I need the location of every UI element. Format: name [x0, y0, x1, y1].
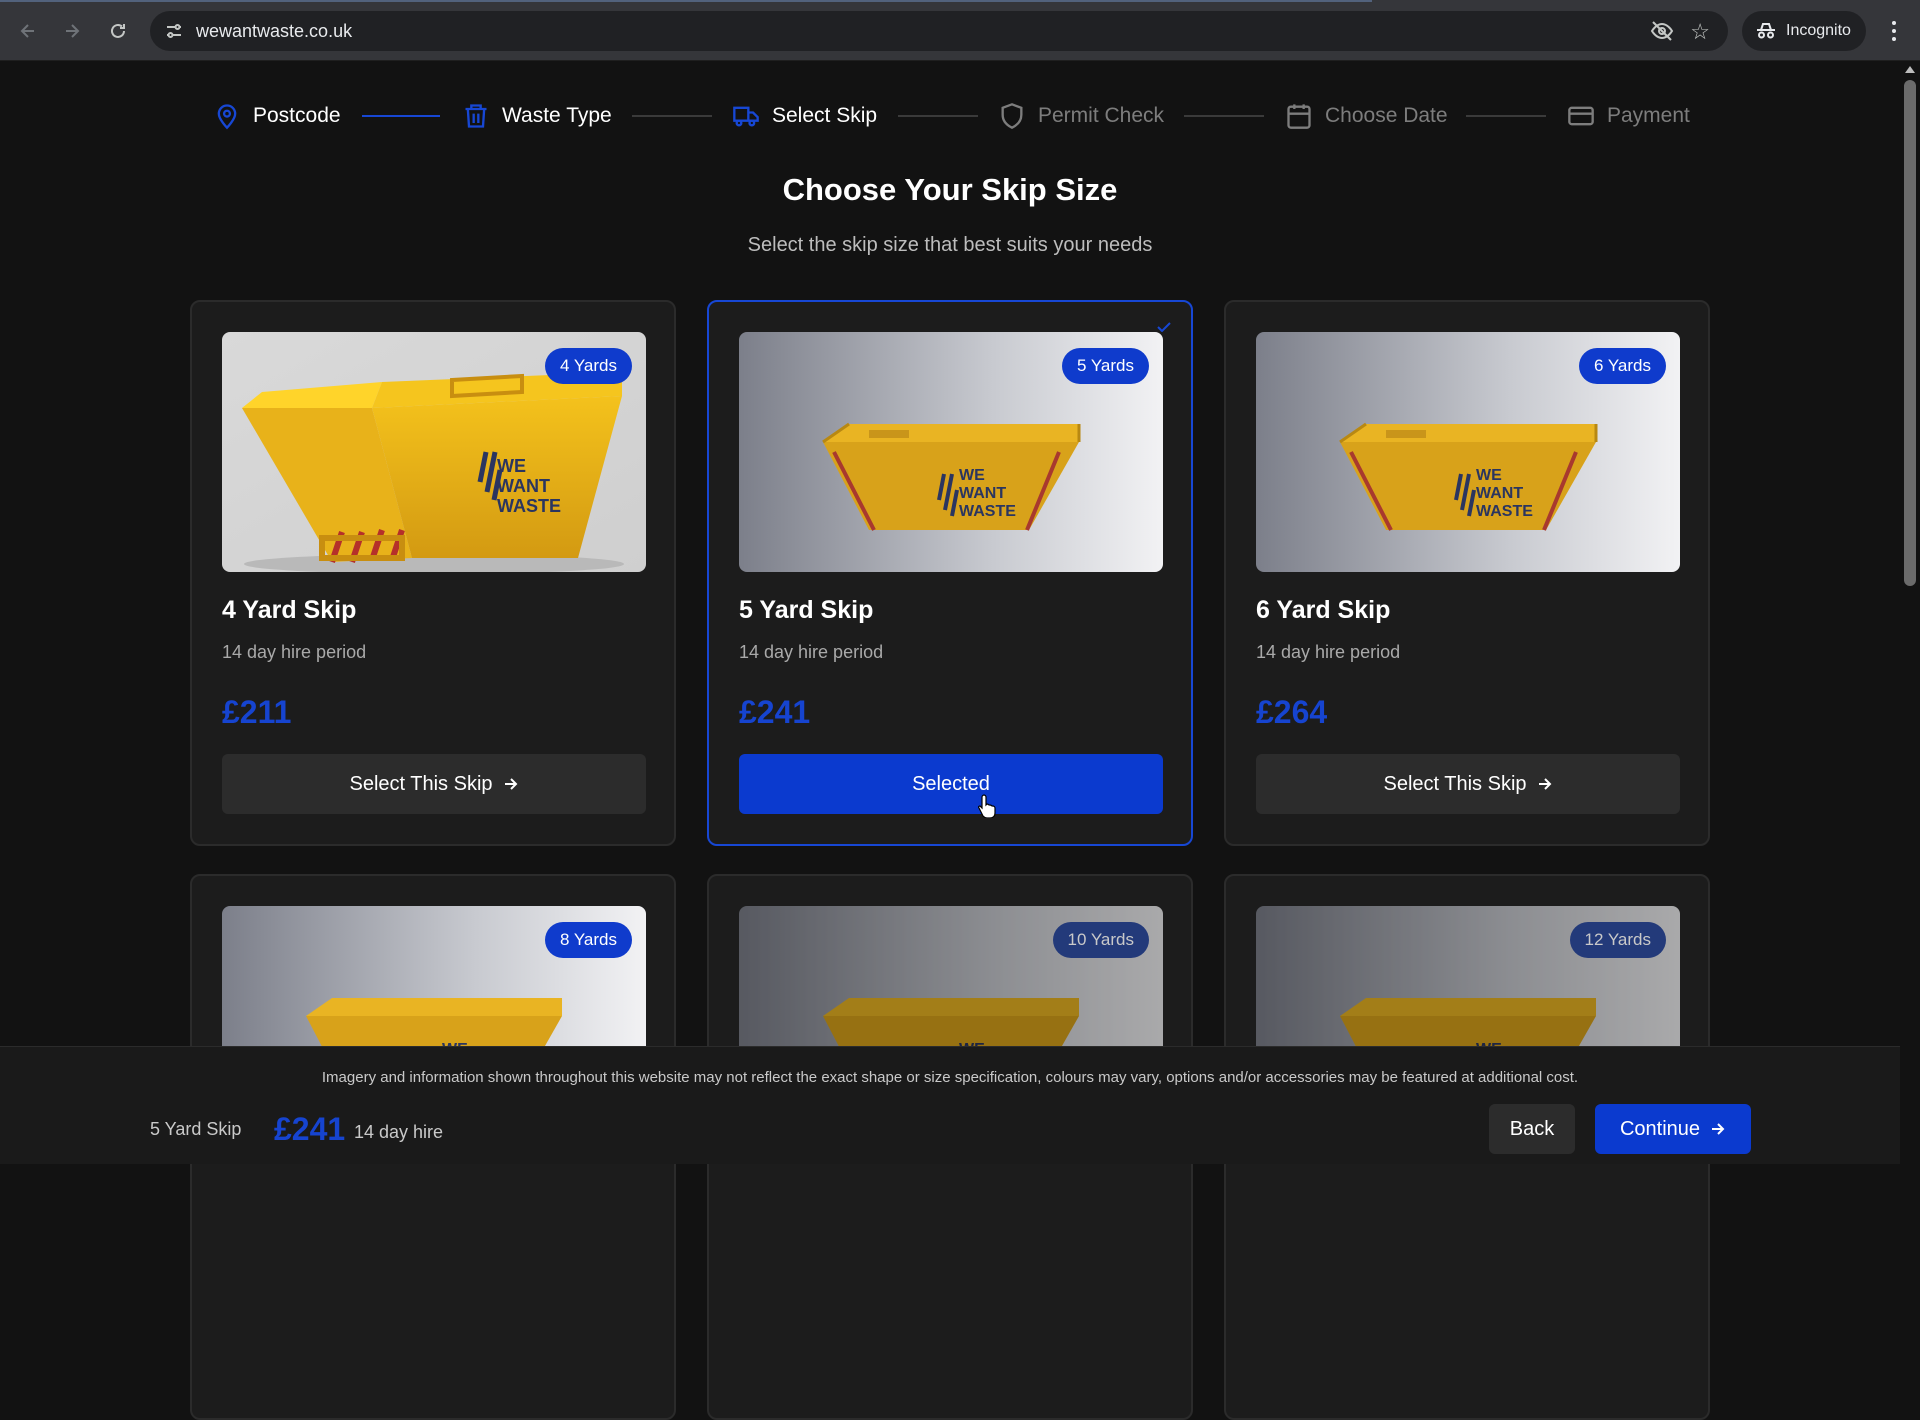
step-label: Choose Date — [1325, 104, 1448, 127]
skip-name: 5 Yard Skip — [739, 596, 874, 624]
step-waste-type[interactable]: Waste Type — [462, 98, 612, 134]
truck-icon — [733, 106, 759, 127]
url-text[interactable]: wewantwaste.co.uk — [196, 21, 352, 42]
back-icon[interactable] — [12, 15, 44, 47]
site-settings-icon[interactable] — [164, 21, 184, 41]
more-menu-icon[interactable] — [1880, 14, 1908, 48]
size-badge: 5 Yards — [1061, 348, 1149, 384]
page-subtitle: Select the skip size that best suits you… — [747, 234, 1153, 256]
step-choose-date[interactable]: Choose Date — [1285, 98, 1448, 134]
step-connector — [898, 115, 978, 117]
svg-text:WASTE: WASTE — [497, 496, 561, 516]
hire-period: 14 day hire period — [1256, 642, 1401, 662]
step-postcode[interactable]: Postcode — [213, 98, 341, 134]
svg-text:WASTE: WASTE — [1476, 503, 1533, 520]
continue-button[interactable]: Continue — [1595, 1104, 1751, 1154]
step-label: Postcode — [253, 104, 341, 127]
svg-text:WANT: WANT — [959, 485, 1006, 502]
progress-steps: Postcode Waste Type Select Skip Permit C… — [0, 98, 1900, 134]
select-skip-button[interactable]: Select This Skip — [222, 754, 646, 814]
button-label: Selected — [912, 772, 990, 795]
button-label: Select This Skip — [1383, 772, 1527, 795]
map-pin-icon — [217, 104, 237, 130]
svg-text:WANT: WANT — [497, 476, 550, 496]
address-bar[interactable]: wewantwaste.co.uk ☆ — [150, 11, 1728, 51]
arrow-right-icon — [504, 778, 517, 790]
skip-name: 6 Yard Skip — [1256, 596, 1391, 624]
scroll-up-icon[interactable] — [1905, 66, 1915, 73]
size-badge: 12 Yards — [1569, 922, 1666, 958]
loading-indicator — [0, 0, 1372, 2]
step-label: Select Skip — [772, 104, 878, 127]
page-title: Choose Your Skip Size — [782, 172, 1118, 207]
step-payment[interactable]: Payment — [1567, 98, 1690, 134]
skip-name: 4 Yard Skip — [222, 596, 357, 624]
size-badge: 4 Yards — [544, 348, 632, 384]
step-connector — [362, 115, 440, 117]
back-button[interactable]: Back — [1489, 1104, 1575, 1154]
step-label: Waste Type — [502, 104, 612, 127]
shield-icon — [1001, 103, 1023, 129]
step-connector — [1466, 115, 1546, 117]
skip-price: £241 — [739, 694, 811, 730]
forward-icon[interactable] — [56, 15, 88, 47]
size-badge: 10 Yards — [1052, 922, 1149, 958]
reload-icon[interactable] — [102, 15, 134, 47]
arrow-right-icon — [1712, 1123, 1725, 1135]
button-label: Continue — [1619, 1117, 1701, 1140]
selection-footer: Imagery and information shown throughout… — [0, 1046, 1900, 1164]
arrow-right-icon — [1538, 778, 1551, 790]
selected-skip-hire: 14 day hire — [354, 1122, 444, 1142]
skip-price: £264 — [1256, 694, 1328, 730]
step-connector — [1184, 115, 1264, 117]
svg-text:WASTE: WASTE — [959, 503, 1016, 520]
selected-button[interactable]: Selected — [739, 754, 1163, 814]
star-icon[interactable]: ☆ — [1690, 19, 1710, 45]
button-label: Select This Skip — [349, 772, 493, 795]
skip-card-5-yard[interactable]: WE WANT WASTE 5 Yards 5 Yard Skip 14 day… — [707, 300, 1193, 846]
hire-period: 14 day hire period — [739, 642, 884, 662]
incognito-label: Incognito — [1786, 22, 1851, 39]
incognito-indicator[interactable]: Incognito — [1742, 11, 1866, 51]
calendar-icon — [1287, 104, 1311, 129]
hire-period: 14 day hire period — [222, 642, 367, 662]
hand-cursor-icon — [978, 794, 996, 818]
check-icon — [1157, 322, 1171, 332]
selected-skip-price: £241 — [274, 1111, 346, 1147]
skip-card-4-yard[interactable]: WE WANT WASTE 4 Yards 4 Yard Skip 14 day… — [190, 300, 676, 846]
size-badge: 8 Yards — [544, 922, 632, 958]
svg-text:WE: WE — [959, 467, 985, 484]
step-label: Payment — [1607, 104, 1690, 127]
svg-text:WANT: WANT — [1476, 485, 1523, 502]
scrollbar[interactable] — [1900, 62, 1920, 1164]
step-label: Permit Check — [1038, 104, 1165, 127]
step-select-skip[interactable]: Select Skip — [732, 98, 877, 134]
eye-off-icon[interactable] — [1650, 20, 1674, 42]
browser-toolbar: wewantwaste.co.uk ☆ Incognito — [0, 0, 1920, 61]
credit-card-icon — [1568, 106, 1594, 126]
scrollbar-thumb[interactable] — [1904, 80, 1916, 586]
size-badge: 6 Yards — [1578, 348, 1666, 384]
step-connector — [632, 115, 712, 117]
select-skip-button[interactable]: Select This Skip — [1256, 754, 1680, 814]
skip-card-6-yard[interactable]: WE WANT WASTE 6 Yards 6 Yard Skip 14 day… — [1224, 300, 1710, 846]
selected-skip-name: 5 Yard Skip — [150, 1119, 242, 1139]
step-permit-check[interactable]: Permit Check — [998, 98, 1164, 134]
disclaimer-text: Imagery and information shown throughout… — [321, 1069, 1579, 1086]
trash-icon — [465, 104, 487, 128]
incognito-icon — [1757, 23, 1775, 39]
skip-price: £211 — [222, 694, 292, 730]
svg-text:WE: WE — [1476, 467, 1502, 484]
